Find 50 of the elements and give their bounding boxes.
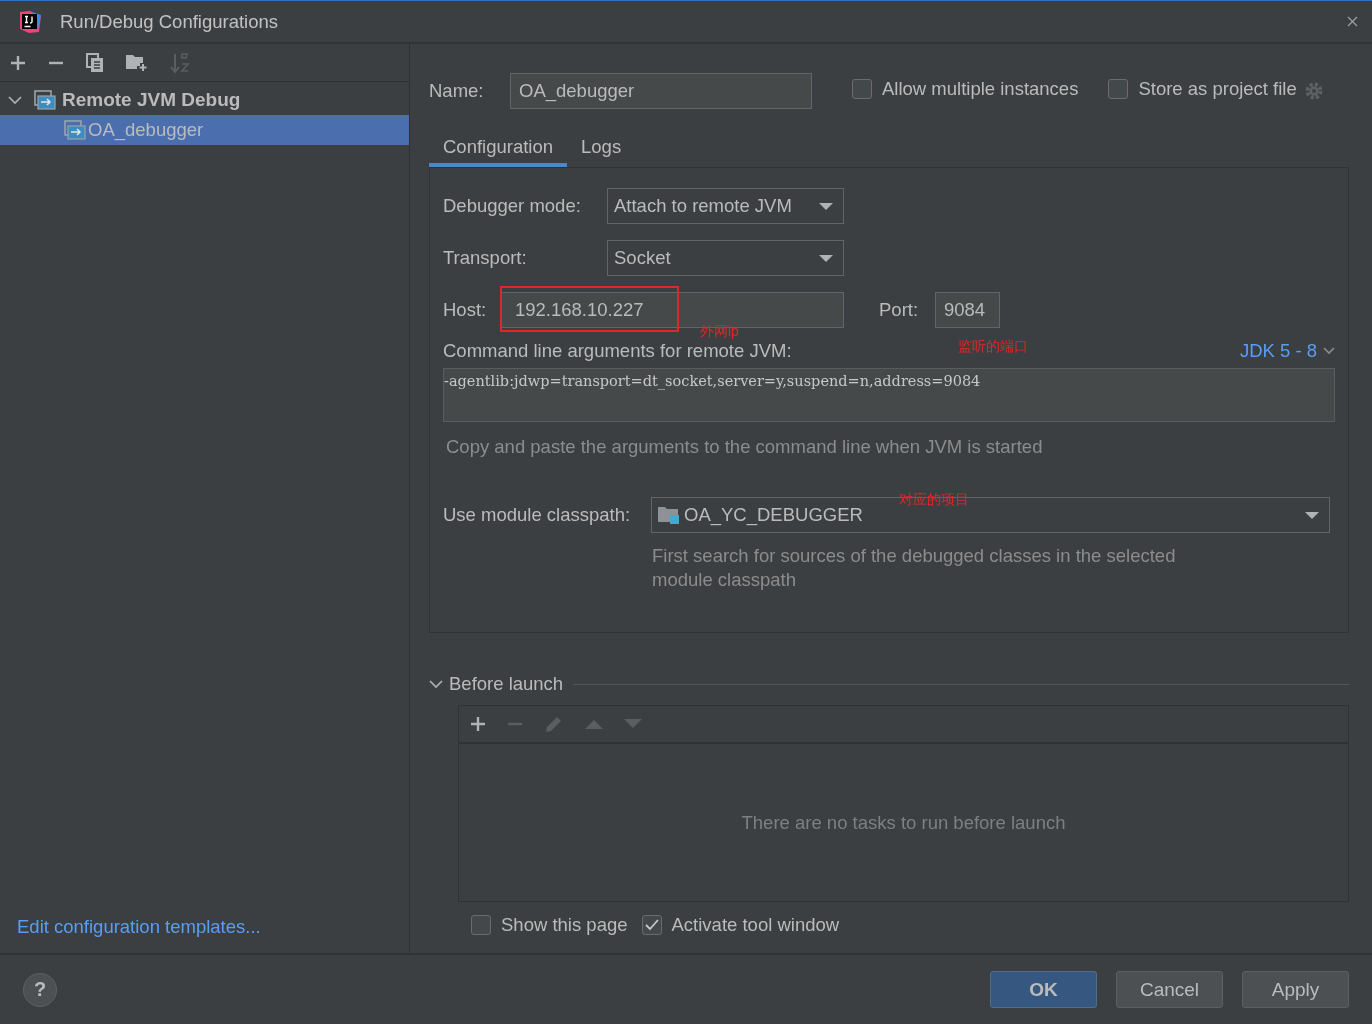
folder-add-icon[interactable] [126, 53, 148, 72]
add-icon[interactable] [10, 54, 26, 71]
checkbox[interactable] [852, 79, 872, 99]
chevron-icon[interactable] [1323, 347, 1335, 355]
checkbox-label: Allow multiple instances [882, 78, 1079, 100]
checkbox-label: Show this page [501, 914, 628, 936]
arguments-field[interactable]: -agentlib:jdwp=transport=dt_socket,server=y,suspend=n,address=9084 [443, 368, 1335, 422]
tree-item[interactable]: OA_debugger [0, 115, 409, 145]
dropdown[interactable]: Attach to remote JVM [607, 188, 844, 224]
checkbox[interactable] [1108, 79, 1129, 99]
ok-button[interactable]: OK [990, 971, 1097, 1008]
checkbox-label: Store as project file [1138, 78, 1297, 100]
remote-debug-icon [34, 90, 56, 110]
module-folder-icon [658, 505, 680, 525]
add-icon[interactable] [470, 716, 486, 732]
section-title: Before launch [449, 673, 564, 695]
checkbox[interactable] [641, 915, 662, 935]
app-logo-icon [18, 9, 42, 34]
checkbox-label: Activate tool window [671, 914, 840, 936]
close-icon[interactable] [1347, 16, 1358, 27]
hint-text: First search for sources of the debugged classes in the selected module classpath [652, 544, 1177, 592]
field-label: Use module classpath: [443, 504, 632, 526]
field-label: Port: [879, 299, 920, 321]
field-label: Host: [443, 299, 488, 321]
port-field[interactable]: 9084 [935, 292, 1000, 328]
dialog-button[interactable]: Apply [1242, 971, 1349, 1008]
chevron-icon[interactable] [429, 679, 443, 689]
annotation-text: 监听的端口 [958, 338, 1028, 356]
tree-item[interactable]: Remote JVM Debug [0, 85, 409, 115]
checkbox[interactable] [471, 915, 491, 935]
empty-message: There are no tasks to run before launch [741, 811, 1066, 834]
field-label: Transport: [443, 247, 528, 269]
copy-icon[interactable] [86, 52, 104, 73]
hint-text: Copy and paste the arguments to the command line when JVM is started [446, 436, 1044, 458]
help-button[interactable]: ? [23, 972, 57, 1007]
edit-templates-link[interactable]: Edit configuration templates... [0, 916, 261, 953]
field-label: Command line arguments for remote JVM: [443, 340, 792, 362]
name-label: Name: [429, 80, 485, 102]
tab[interactable]: Configuration [429, 127, 568, 167]
caret-icon[interactable] [1305, 512, 1319, 520]
name-field[interactable]: OA_debugger [510, 73, 812, 109]
tab[interactable]: Logs [567, 127, 636, 167]
caret-icon[interactable] [819, 255, 833, 263]
field-label: Debugger mode: [443, 195, 582, 217]
window-title: Run/Debug Configurations [60, 10, 280, 33]
remote-debug-icon [64, 120, 86, 140]
jdk-version-dropdown[interactable]: JDK 5 - 8 [1239, 340, 1335, 362]
dropdown[interactable]: Socket [607, 240, 844, 276]
dialog-button[interactable]: Cancel [1116, 971, 1223, 1008]
caret-icon[interactable] [819, 203, 833, 211]
